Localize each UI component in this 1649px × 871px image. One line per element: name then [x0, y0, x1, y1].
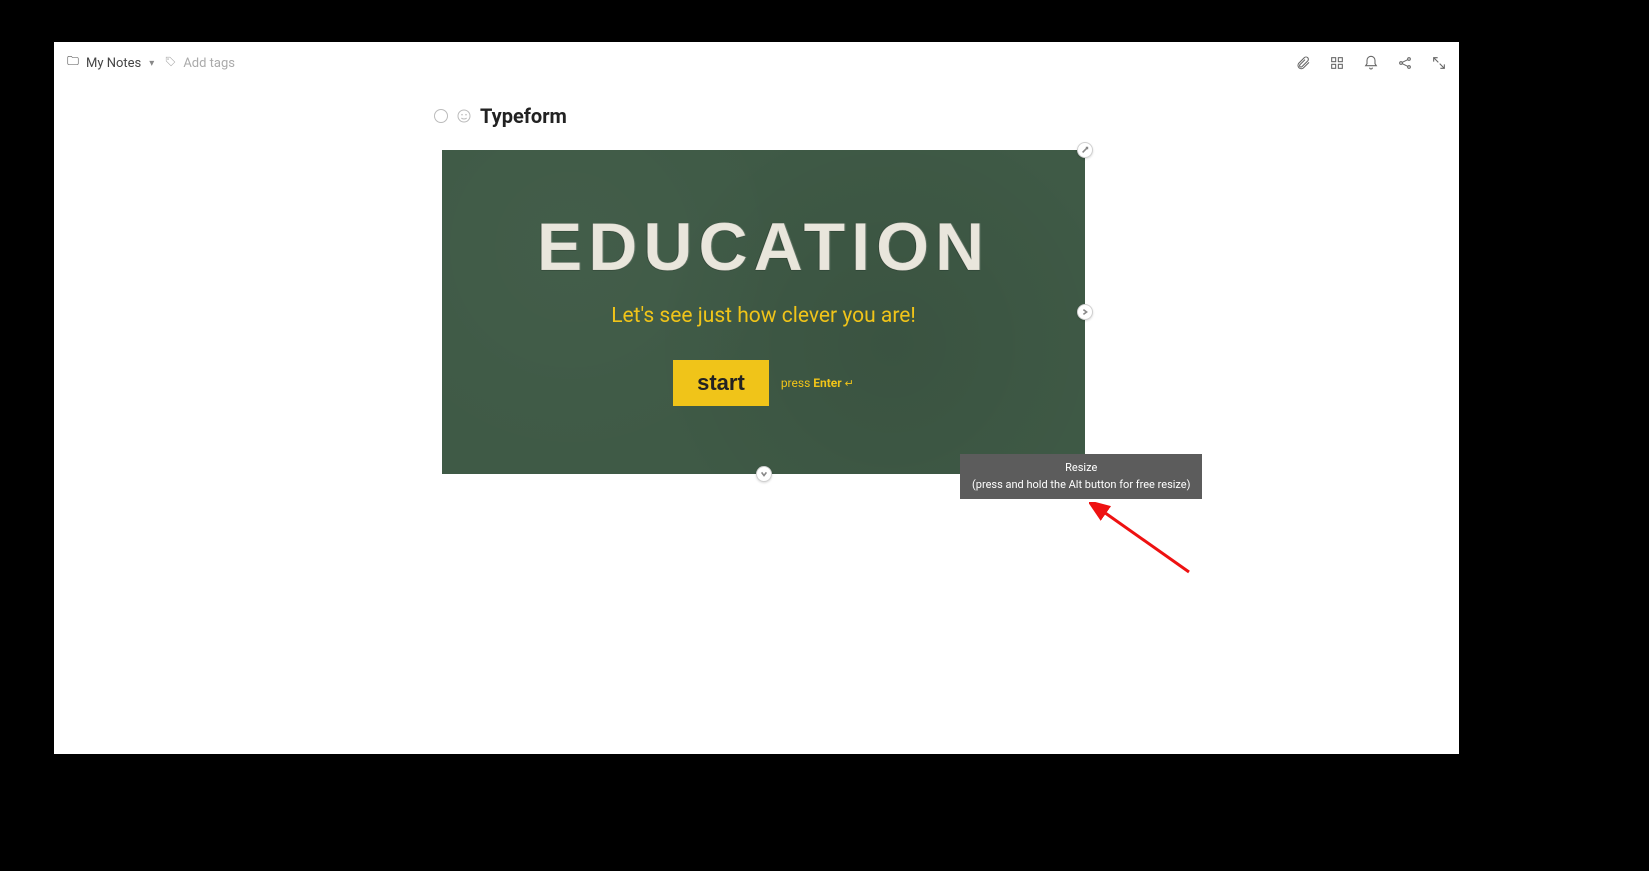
folder-selector[interactable]: My Notes ▾	[66, 54, 154, 72]
topbar-right	[1295, 55, 1447, 71]
folder-label: My Notes	[86, 56, 141, 71]
expand-icon[interactable]	[1431, 55, 1447, 71]
hint-key: Enter	[813, 376, 841, 390]
emoji-picker-icon[interactable]	[456, 108, 472, 124]
embed-heading: EDUCATION	[537, 208, 990, 286]
start-row: start press Enter ↵	[673, 360, 854, 406]
title-row: Typeform	[434, 104, 1419, 128]
add-tags-label: Add tags	[183, 56, 235, 71]
press-enter-hint: press Enter ↵	[781, 376, 854, 390]
start-button[interactable]: start	[673, 360, 769, 406]
folder-icon	[66, 54, 80, 72]
typeform-embed[interactable]: EDUCATION Let's see just how clever you …	[442, 150, 1085, 474]
embed-subtitle: Let's see just how clever you are!	[611, 304, 916, 328]
decorative-border-top	[0, 0, 1649, 30]
resize-handle-bottom[interactable]	[756, 466, 772, 482]
resize-handle-right[interactable]	[1077, 304, 1093, 320]
resize-tooltip: Resize (press and hold the Alt button fo…	[960, 454, 1202, 499]
add-tags-button[interactable]: Add tags	[164, 55, 235, 72]
topbar-left: My Notes ▾ Add tags	[66, 54, 235, 72]
task-checkbox[interactable]	[434, 109, 448, 123]
resize-handle-top-right[interactable]	[1077, 142, 1093, 158]
hint-prefix: press	[781, 376, 813, 390]
tag-icon	[164, 55, 177, 72]
note-content: Typeform EDUCATION Let's see just how cl…	[54, 84, 1459, 148]
grid-icon[interactable]	[1329, 55, 1345, 71]
topbar: My Notes ▾ Add tags	[54, 42, 1459, 84]
annotation-arrow	[1089, 502, 1209, 592]
note-page: My Notes ▾ Add tags	[54, 42, 1459, 754]
chevron-down-icon: ▾	[149, 58, 154, 69]
note-title[interactable]: Typeform	[480, 104, 567, 128]
tooltip-subtitle: (press and hold the Alt button for free …	[972, 477, 1190, 494]
decorative-border-bottom	[0, 841, 1649, 871]
attachment-icon[interactable]	[1295, 55, 1311, 71]
embed-container[interactable]: EDUCATION Let's see just how clever you …	[442, 150, 1085, 474]
share-icon[interactable]	[1397, 55, 1413, 71]
enter-key-icon: ↵	[845, 377, 854, 390]
tooltip-title: Resize	[972, 460, 1190, 477]
bell-icon[interactable]	[1363, 55, 1379, 71]
